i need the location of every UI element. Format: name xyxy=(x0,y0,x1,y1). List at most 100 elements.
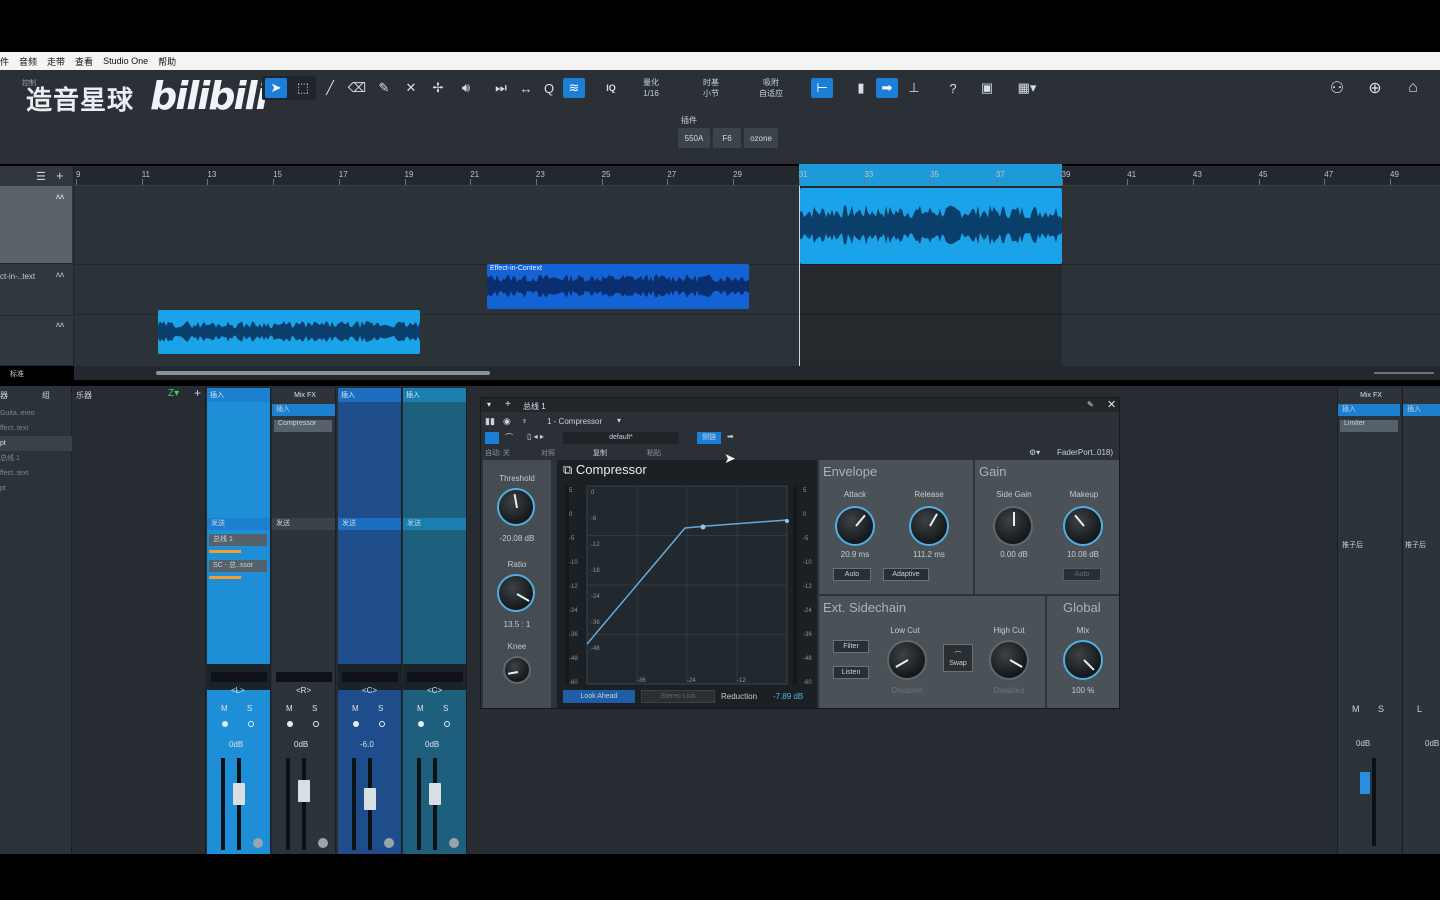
user-icon[interactable]: ⚇ xyxy=(1326,78,1348,98)
mute-button[interactable]: M xyxy=(286,704,293,713)
plugin-chip-f6[interactable]: F6 xyxy=(713,128,741,148)
timebase-select[interactable]: 小节 xyxy=(696,89,726,99)
solo-button[interactable]: S xyxy=(378,704,383,713)
monitor-icon[interactable] xyxy=(313,721,319,727)
ratio-knob[interactable] xyxy=(497,574,535,612)
menu-audio[interactable]: 音频 xyxy=(19,55,37,68)
insert-slot-compressor[interactable]: Compressor xyxy=(274,420,332,432)
bypass-toggle[interactable] xyxy=(485,432,499,444)
pan-slider[interactable] xyxy=(407,672,463,682)
pan-slider[interactable] xyxy=(211,672,267,682)
fader-track[interactable] xyxy=(302,758,306,850)
audio-clip-3[interactable] xyxy=(158,310,420,354)
timeline-ruler[interactable]: 9 11 13 15 17 19 21 23 25 27 29 31 33 35 37 39 41 43 45 47 4… xyxy=(74,164,1440,186)
copy-button[interactable]: 复制 xyxy=(593,448,607,458)
solo-button[interactable]: S xyxy=(247,704,252,713)
bend-tool-icon[interactable]: ✢ xyxy=(427,78,449,98)
send-level-bar[interactable] xyxy=(209,576,241,579)
channel-list-item[interactable]: pt xyxy=(0,481,72,496)
mute-tool-icon[interactable]: ✕ xyxy=(400,78,422,98)
paste-button[interactable]: 粘贴 xyxy=(647,448,661,458)
makeup-knob[interactable] xyxy=(1063,506,1103,546)
mute-button[interactable]: M xyxy=(417,704,424,713)
monitor-icon[interactable] xyxy=(379,721,385,727)
insert-header[interactable]: 插入 xyxy=(207,388,270,402)
send-header[interactable]: 发送 xyxy=(338,518,401,530)
volume-fader[interactable] xyxy=(364,788,376,810)
track-list-icon[interactable]: ☰ xyxy=(36,170,46,183)
audio-clip-effect-in-context[interactable]: Effect-in-Context xyxy=(487,264,749,309)
record-arm-icon[interactable] xyxy=(353,721,359,727)
add-track-icon[interactable]: + xyxy=(56,168,64,183)
low-cut-knob[interactable] xyxy=(887,640,927,680)
send-slot[interactable]: SC - 总..ssor xyxy=(209,560,267,572)
auto-select[interactable]: 自动: 关 xyxy=(485,448,510,458)
knee-knob[interactable] xyxy=(503,656,531,684)
mixfx-select[interactable]: Mix FX xyxy=(272,388,335,402)
add-icon[interactable]: + xyxy=(505,399,511,410)
stereo-link-toggle[interactable]: Stereo Link xyxy=(641,690,715,703)
channel-automation-icon[interactable] xyxy=(384,838,394,848)
mute-button[interactable]: M xyxy=(1352,704,1360,714)
loop-mode-icon[interactable]: ⊕ xyxy=(1364,78,1386,98)
track-header-1[interactable]: ᴧᴧ xyxy=(0,186,72,264)
volume-fader[interactable] xyxy=(298,780,310,802)
menu-view[interactable]: 查看 xyxy=(75,55,93,68)
menu-help[interactable]: 帮助 xyxy=(158,55,176,68)
plugin-slot-select[interactable]: 1 - Compressor xyxy=(547,417,602,426)
filter-button[interactable]: Filter xyxy=(833,640,869,653)
solo-button[interactable]: S xyxy=(312,704,317,713)
high-cut-knob[interactable] xyxy=(989,640,1029,680)
send-slot[interactable]: 总线 1 xyxy=(209,534,267,546)
channel-list-item[interactable]: pt xyxy=(0,436,72,451)
scroll-thumb[interactable] xyxy=(156,371,490,375)
send-level-bar[interactable] xyxy=(209,550,241,553)
insert-header[interactable]: 插入 xyxy=(1403,404,1440,416)
loop-icon[interactable]: ▮ xyxy=(850,78,872,98)
insert-header[interactable]: 插入 xyxy=(338,388,401,402)
send-header[interactable]: 发送 xyxy=(207,518,270,530)
send-header[interactable]: 发送 xyxy=(403,518,466,530)
solo-button[interactable]: S xyxy=(443,704,448,713)
track-zoom-select[interactable]: 标准 xyxy=(10,369,24,379)
mix-knob[interactable] xyxy=(1063,640,1103,680)
track-header-3[interactable]: ᴧᴧ xyxy=(0,314,72,366)
zoom-icon[interactable]: Q xyxy=(538,78,560,98)
channel-list-item[interactable]: ffect..text xyxy=(0,466,72,481)
monitor-icon[interactable] xyxy=(444,721,450,727)
gear-icon[interactable]: ⚙▾ xyxy=(1029,448,1040,457)
arrange-view[interactable]: Effect-in-Context xyxy=(74,186,1440,366)
range-tool-icon[interactable]: ⬚ xyxy=(292,78,314,98)
compare-button[interactable]: 对照 xyxy=(541,448,555,458)
channel-list-item[interactable]: Guita..ereo xyxy=(0,406,72,421)
send-header[interactable]: 发送 xyxy=(272,518,335,530)
adaptive-button[interactable]: Adaptive xyxy=(883,568,929,581)
gain-auto-button[interactable]: Auto xyxy=(1063,568,1101,581)
pan-slider[interactable] xyxy=(276,672,332,682)
menu-transport[interactable]: 走带 xyxy=(47,55,65,68)
listen-tool-icon[interactable]: 🔊︎ xyxy=(455,78,477,98)
channel-automation-icon[interactable] xyxy=(253,838,263,848)
insert-header[interactable]: 插入 xyxy=(272,404,335,416)
insert-slot-limiter[interactable]: Limiter xyxy=(1340,420,1398,432)
monitor-icon[interactable] xyxy=(248,721,254,727)
prev-preset-icon[interactable]: ▯ ◂ ▸ xyxy=(527,432,544,441)
auto-button[interactable]: Auto xyxy=(833,568,871,581)
skip-forward-icon[interactable]: ⏭︎ xyxy=(490,78,512,98)
compressor-transfer-graph[interactable]: ⧉ Compressor 0 -6 -12 -18 -24 -36 -48 5 5 0 0 -5 -5-… xyxy=(557,460,817,708)
release-knob[interactable] xyxy=(909,506,949,546)
routing-icon[interactable]: ♆ xyxy=(521,416,528,426)
close-icon[interactable]: ✕ xyxy=(1107,398,1116,411)
horizontal-scrollbar[interactable] xyxy=(74,366,1440,380)
home-icon[interactable]: ⌂ xyxy=(1402,78,1424,98)
channel-automation-icon[interactable] xyxy=(449,838,459,848)
channel-icon[interactable]: ▮▮ xyxy=(485,416,495,427)
volume-fader[interactable] xyxy=(429,783,441,805)
side-gain-knob[interactable] xyxy=(993,506,1033,546)
preset-select[interactable]: default* xyxy=(563,432,679,444)
tab-devices[interactable]: 器 xyxy=(0,390,8,401)
grid-view-icon[interactable]: ▦▾ xyxy=(1012,78,1042,98)
track-header-2[interactable]: ct-in-..text ᴧᴧ xyxy=(0,264,72,316)
sidechain-route-icon[interactable]: ➡︎ xyxy=(727,432,734,441)
plugin-chip-ozone[interactable]: ozone xyxy=(744,128,778,148)
